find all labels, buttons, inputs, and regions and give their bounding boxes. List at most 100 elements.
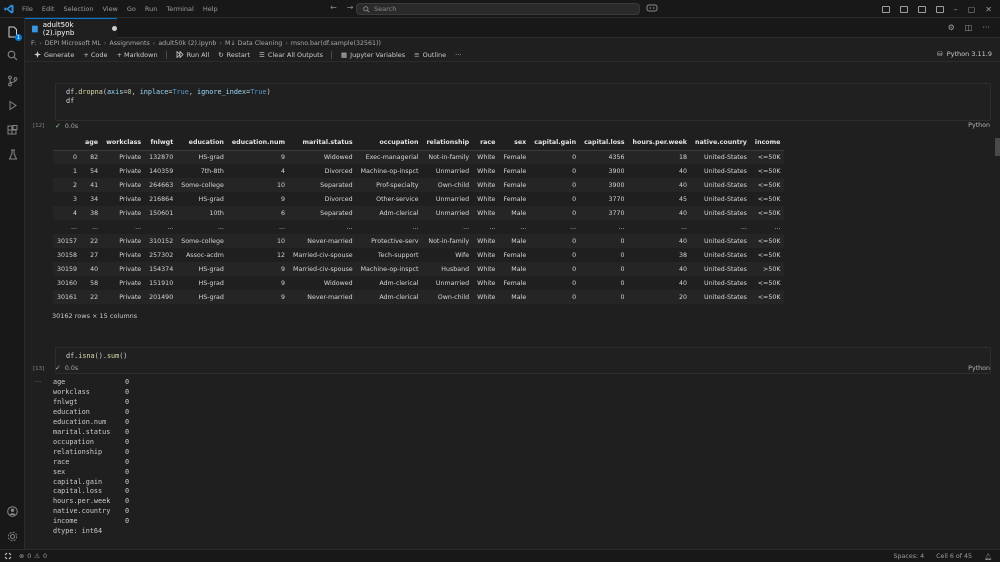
split-editor-icon[interactable]: ◫ (965, 23, 973, 32)
breadcrumb-item[interactable]: adult50k (2).ipynb (158, 40, 216, 47)
table-cell: Never-married (289, 234, 357, 248)
menu-item-go[interactable]: Go (127, 5, 136, 13)
outline-button[interactable]: ≡ Outline (414, 51, 446, 59)
menu-item-view[interactable]: View (102, 5, 117, 13)
run-debug-icon[interactable] (6, 99, 19, 112)
add-code-button[interactable]: + Code (83, 51, 107, 59)
menu-item-file[interactable]: File (22, 5, 33, 13)
breadcrumb-item[interactable]: Assignments (109, 40, 149, 47)
clear-all-outputs-button[interactable]: ☰ Clear All Outputs (259, 51, 323, 59)
series-line: sex 0 (53, 468, 129, 478)
table-cell: <=50K (757, 279, 781, 287)
table-cell: 3770 (608, 195, 625, 203)
table-cell: Assoc-acdm (185, 251, 224, 259)
series-key: race (53, 457, 70, 466)
table-cell: Machine-op-inspct (360, 167, 419, 175)
table-cell: 45 (678, 195, 687, 203)
jupyter-variables-button[interactable]: ▦ Jupyter Variables (341, 51, 405, 59)
remote-icon[interactable] (0, 550, 16, 562)
toggle-secondary-sidebar-icon[interactable] (917, 5, 926, 13)
close-icon[interactable]: ✕ (985, 5, 992, 14)
menu-item-help[interactable]: Help (203, 5, 218, 13)
maximize-icon[interactable]: ▢ (968, 5, 976, 14)
table-cell: 0 (580, 290, 629, 304)
table-cell: 10 (227, 234, 290, 248)
cell-language[interactable]: Python (968, 122, 990, 129)
toggle-sidebar-icon[interactable] (881, 5, 890, 13)
column-header: relationship (422, 136, 474, 151)
breadcrumb-item[interactable]: F: (31, 40, 36, 47)
series-key: hours.per.week (53, 497, 111, 506)
table-cell: White (477, 195, 496, 203)
menu-item-terminal[interactable]: Terminal (166, 5, 193, 13)
unsaved-dot-icon[interactable] (112, 26, 117, 31)
run-all-button[interactable]: Run All (176, 51, 209, 59)
copilot-icon[interactable] (646, 3, 658, 14)
menu-item-selection[interactable]: Selection (63, 5, 93, 13)
indentation-status[interactable]: Spaces: 4 (894, 553, 925, 560)
extensions-icon[interactable] (6, 124, 19, 137)
output-more-icon[interactable]: ··· (35, 378, 41, 386)
sparkle-icon (34, 51, 41, 58)
back-arrow-icon[interactable]: ← (330, 3, 337, 12)
table-row: 4 38 Private 150601 10th 6 Separated Adm-cleric… (53, 206, 785, 220)
add-markdown-button[interactable]: + Markdown (117, 51, 158, 59)
code-cell-dropna[interactable]: df.dropna(axis=0, inplace=True, ignore_i… (55, 83, 991, 121)
table-cell: 18 (628, 150, 691, 164)
breadcrumb-chevron-icon: › (285, 39, 288, 47)
table-row: 0 82 Private 132870 HS-grad 9 Widowed Exec-mana… (53, 150, 785, 164)
breadcrumb-item[interactable]: msno.bar(df.sample(32561)) (291, 40, 381, 47)
command-center-search[interactable]: Search (356, 3, 640, 15)
testing-icon[interactable] (6, 148, 19, 161)
customize-layout-icon[interactable] (935, 5, 944, 13)
notifications-bell-icon[interactable]: 🔔︎ (984, 553, 992, 561)
series-dtype: dtype: int64 (53, 527, 103, 536)
scrollbar-thumb[interactable] (995, 138, 1000, 156)
table-cell: 22 (81, 234, 103, 248)
toolbar-more-button[interactable]: ··· (455, 51, 461, 59)
table-row: 30160 58 Private 151910 HS-grad 9 Widowed Adm-c… (53, 276, 784, 290)
account-icon[interactable] (6, 505, 19, 518)
kernel-picker[interactable]: ⛁ Python 3.11.9 (937, 50, 992, 58)
breadcrumb-item[interactable]: M↓ Data Cleaning (225, 40, 282, 47)
toggle-panel-icon[interactable] (899, 5, 908, 13)
tab-notebook[interactable]: adult50k (2).ipynb (25, 18, 117, 38)
cell-language[interactable]: Python (968, 365, 990, 372)
table-cell: ... (279, 223, 286, 231)
table-cell: HS-grad (177, 150, 228, 164)
code-line-1: df.dropna(axis=0, inplace=True, ignore_i… (66, 88, 271, 96)
search-view-icon[interactable] (6, 49, 19, 62)
generate-button[interactable]: Generate (34, 51, 74, 59)
table-cell: United-States (691, 262, 751, 276)
row-index: ... (71, 223, 78, 231)
settings-gear-icon[interactable]: ⚙ (948, 23, 955, 32)
more-actions-icon[interactable]: ··· (982, 23, 990, 32)
breadcrumb-chevron-icon: › (219, 39, 222, 47)
toolbar-divider (331, 50, 333, 59)
table-cell: Male (499, 234, 531, 248)
column-header: hours.per.week (628, 136, 691, 151)
manage-gear-icon[interactable] (6, 530, 19, 543)
table-cell: Female (503, 195, 527, 203)
restart-button[interactable]: ↻ Restart (218, 51, 250, 59)
table-cell: 0 (572, 167, 577, 175)
table-row: 2 41 Private 264663 Some-college 10 Separated P… (53, 178, 785, 192)
forward-arrow-icon[interactable]: → (347, 3, 354, 12)
table-cell: White (473, 290, 500, 304)
menu-item-run[interactable]: Run (145, 5, 157, 13)
table-cell: United-States (704, 251, 747, 259)
breadcrumb-item[interactable]: DEPI Microsoft ML (45, 40, 101, 47)
code-cell-isna-sum[interactable]: df.isna().sum() (55, 347, 991, 374)
table-cell: 40 (628, 178, 691, 192)
source-control-icon[interactable] (6, 74, 19, 87)
explorer-icon[interactable]: 1 (6, 25, 22, 41)
table-cell: Not-in-family (422, 150, 474, 164)
series-key: marital.status (53, 427, 111, 436)
cell-position-status[interactable]: Cell 6 of 45 (936, 553, 972, 560)
series-value: 0 (125, 437, 130, 446)
table-cell: 6 (227, 206, 290, 220)
problems-indicator[interactable]: ⊗ 0 ⚠ 0 (19, 553, 47, 560)
menu-item-edit[interactable]: Edit (42, 5, 55, 13)
minimize-icon[interactable]: – (954, 5, 958, 14)
search-icon (363, 5, 370, 13)
